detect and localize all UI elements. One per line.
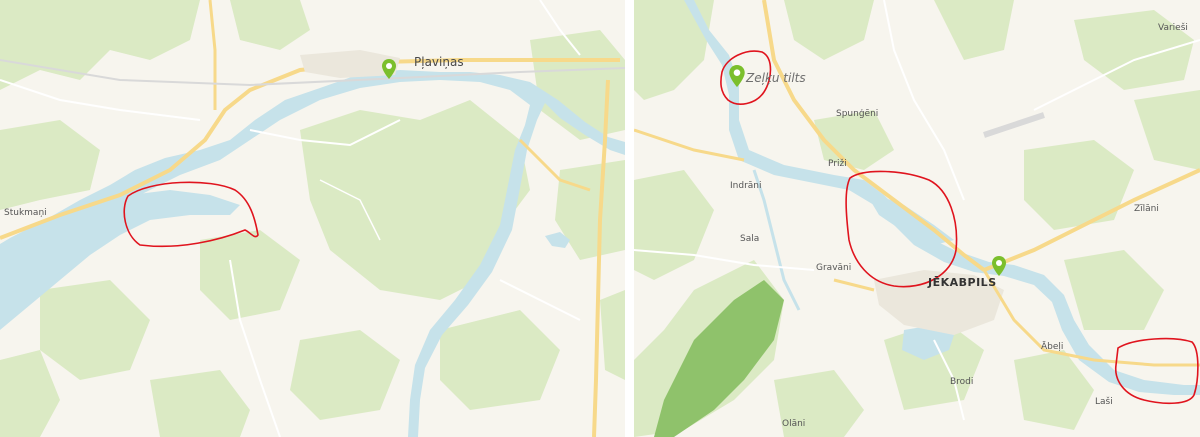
airfield bbox=[983, 112, 1045, 138]
label-abeli: Ābeļi bbox=[1041, 342, 1064, 352]
left-map-panel[interactable]: Pļaviņas Stukmaņi bbox=[0, 0, 625, 437]
label-plavinas: Pļaviņas bbox=[414, 55, 464, 69]
label-prizi: Priži bbox=[828, 159, 847, 169]
left-map-canvas[interactable] bbox=[0, 0, 625, 437]
location-pin-icon[interactable] bbox=[729, 65, 745, 87]
label-gravani: Gravāni bbox=[816, 263, 852, 273]
right-map-canvas[interactable] bbox=[634, 0, 1200, 437]
label-brodi: Brodi bbox=[950, 377, 974, 387]
label-stukmani: Stukmaņi bbox=[4, 208, 47, 218]
label-spungeni: Spunģēni bbox=[836, 109, 879, 119]
location-pin-icon[interactable] bbox=[382, 59, 396, 79]
label-jekabpils: JĒKABPILS bbox=[928, 276, 997, 289]
label-varies: Varieši bbox=[1158, 23, 1188, 33]
label-zelku-tilts: Zeļķu tilts bbox=[746, 71, 806, 85]
location-pin-icon[interactable] bbox=[992, 256, 1006, 276]
label-zilani: Zīlāni bbox=[1134, 204, 1159, 214]
label-sala: Sala bbox=[740, 234, 760, 244]
label-olani: Olāni bbox=[782, 419, 806, 429]
right-map-panel[interactable]: Zeļķu tilts Spunģēni Priži Indrāni Sala … bbox=[634, 0, 1200, 437]
label-indrani: Indrāni bbox=[730, 181, 762, 191]
label-lasi: Laši bbox=[1095, 397, 1113, 407]
